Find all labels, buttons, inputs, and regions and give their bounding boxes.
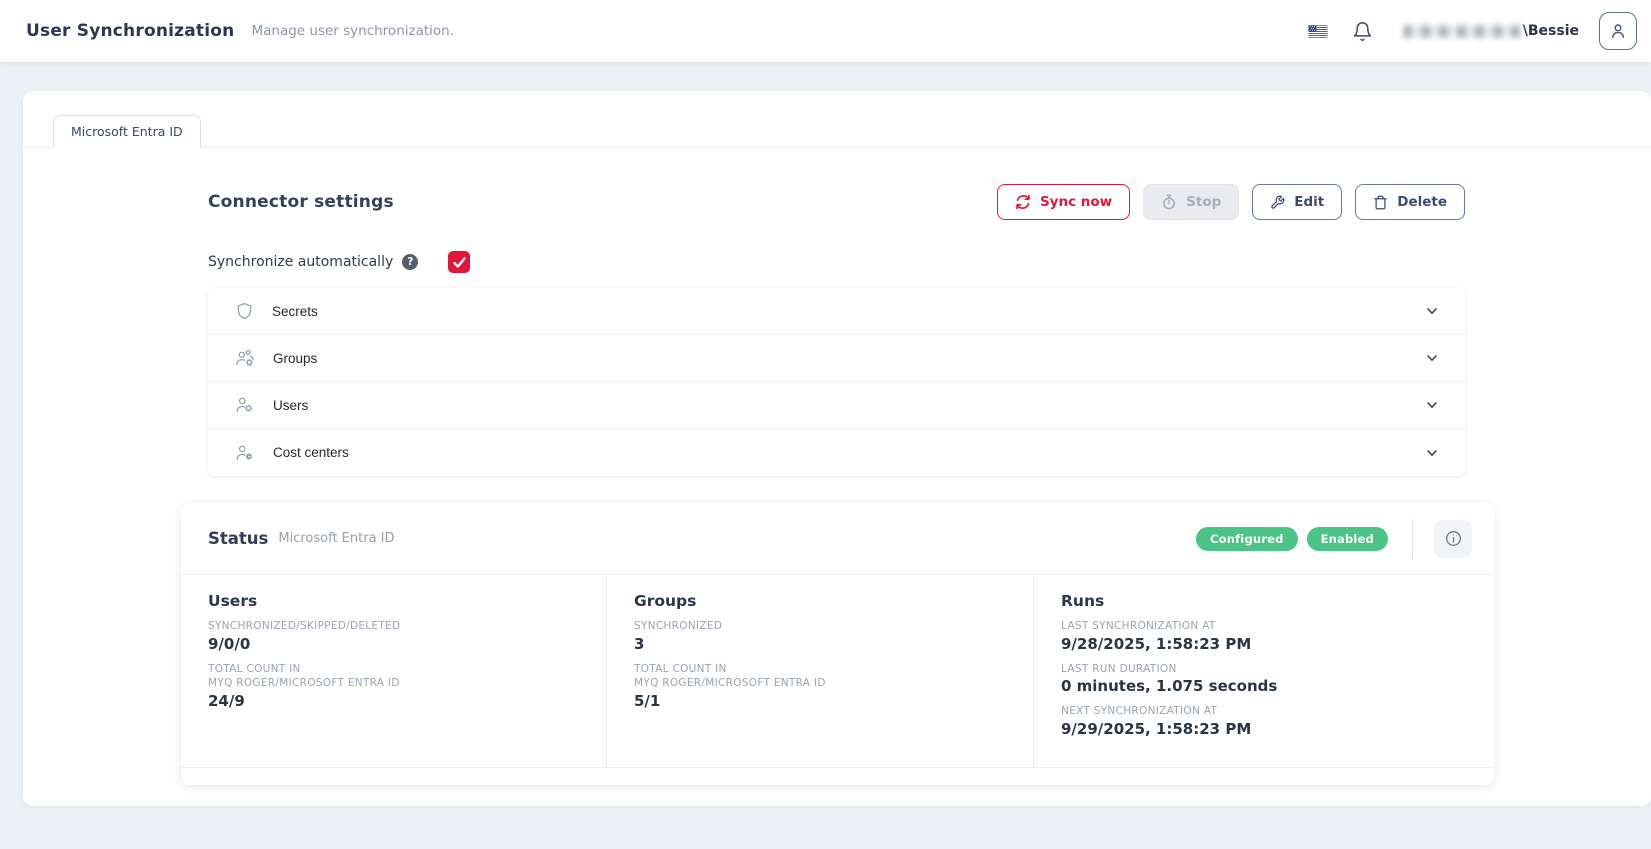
people-gear-icon [234,347,256,369]
metric: LAST RUN DURATION 0 minutes, 1.075 secon… [1061,662,1474,696]
metric: TOTAL COUNT IN MYQ ROGER/MICROSOFT ENTRA… [208,662,586,710]
page-title: User Synchronization [26,21,234,41]
status-card-footer [181,768,1494,784]
page-subtitle: Manage user synchronization. [251,23,454,39]
trash-icon [1373,195,1388,210]
connector-actions: Sync now Stop [997,184,1465,220]
shield-icon [234,301,255,322]
stat-column-title: Users [208,592,586,610]
status-column-runs: Runs LAST SYNCHRONIZATION AT 9/28/2025, … [1033,575,1494,767]
metric: SYNCHRONIZED 3 [634,619,1013,653]
stat-column-title: Runs [1061,592,1474,610]
status-card: Status Microsoft Entra ID Configured Ena… [181,503,1494,785]
accordion-row-users[interactable]: Users [208,382,1465,429]
user-icon [1608,21,1628,41]
delete-button[interactable]: Delete [1355,184,1465,220]
chevron-down-icon[interactable] [1425,351,1439,365]
us-flag-icon [1308,25,1328,38]
accordion-row-secrets[interactable]: Secrets [208,288,1465,335]
logged-in-user: \Bessie [1403,23,1579,39]
top-bar: User Synchronization Manage user synchro… [0,0,1651,62]
status-heading: Status [208,529,268,548]
status-metrics: Users SYNCHRONIZED/SKIPPED/DELETED 9/0/0… [181,575,1494,768]
accordion-row-cost-centers[interactable]: Cost centers [208,429,1465,476]
user-name: \Bessie [1523,23,1579,39]
redacted-domain [1403,24,1521,39]
language-selector[interactable] [1308,25,1328,38]
tab-bar: Microsoft Entra ID [23,91,1651,148]
stop-button[interactable]: Stop [1143,184,1239,220]
status-info-button[interactable] [1434,520,1472,558]
chevron-down-icon[interactable] [1425,446,1439,460]
accordion-row-groups[interactable]: Groups [208,335,1465,382]
status-column-groups: Groups SYNCHRONIZED 3 TOTAL COUNT IN MYQ… [606,575,1033,767]
notifications-button[interactable] [1352,21,1373,42]
metric: NEXT SYNCHRONIZATION AT 9/29/2025, 1:58:… [1061,704,1474,738]
bell-icon [1352,21,1373,42]
edit-button[interactable]: Edit [1252,184,1342,220]
status-badge-configured: Configured [1196,527,1298,551]
topbar-actions: \Bessie [1308,12,1641,50]
tab-microsoft-entra-id[interactable]: Microsoft Entra ID [53,115,201,148]
question-icon[interactable]: ? [402,254,418,270]
stat-column-title: Groups [634,592,1013,610]
stopwatch-icon [1161,194,1177,210]
sync-now-button[interactable]: Sync now [997,184,1130,220]
connector-sections-accordion: Secrets [208,288,1465,476]
status-column-users: Users SYNCHRONIZED/SKIPPED/DELETED 9/0/0… [181,575,606,767]
connector-settings-heading: Connector settings [208,192,394,212]
status-header: Status Microsoft Entra ID Configured Ena… [181,503,1494,575]
connector-settings-section: Connector settings Sync now [23,148,1651,476]
synchronize-automatically-label: Synchronize automatically [208,254,393,270]
metric: SYNCHRONIZED/SKIPPED/DELETED 9/0/0 [208,619,586,653]
profile-menu-button[interactable] [1599,12,1637,50]
chevron-down-icon[interactable] [1425,398,1439,412]
person-gear-icon [234,394,256,416]
wrench-icon [1270,195,1285,210]
metric: TOTAL COUNT IN MYQ ROGER/MICROSOFT ENTRA… [634,662,1013,710]
metric: LAST SYNCHRONIZATION AT 9/28/2025, 1:58:… [1061,619,1474,653]
synchronize-automatically-row: Synchronize automatically ? [208,251,1465,273]
status-badge-enabled: Enabled [1307,527,1388,551]
sync-icon [1015,194,1031,210]
chevron-down-icon[interactable] [1425,304,1439,318]
status-connector-name: Microsoft Entra ID [278,531,394,546]
synchronize-automatically-checkbox[interactable] [448,251,470,273]
content-card: Microsoft Entra ID Connector settings Sy… [23,91,1651,806]
person-coin-icon [234,442,256,464]
info-icon [1444,529,1463,548]
vertical-divider [1412,519,1413,559]
